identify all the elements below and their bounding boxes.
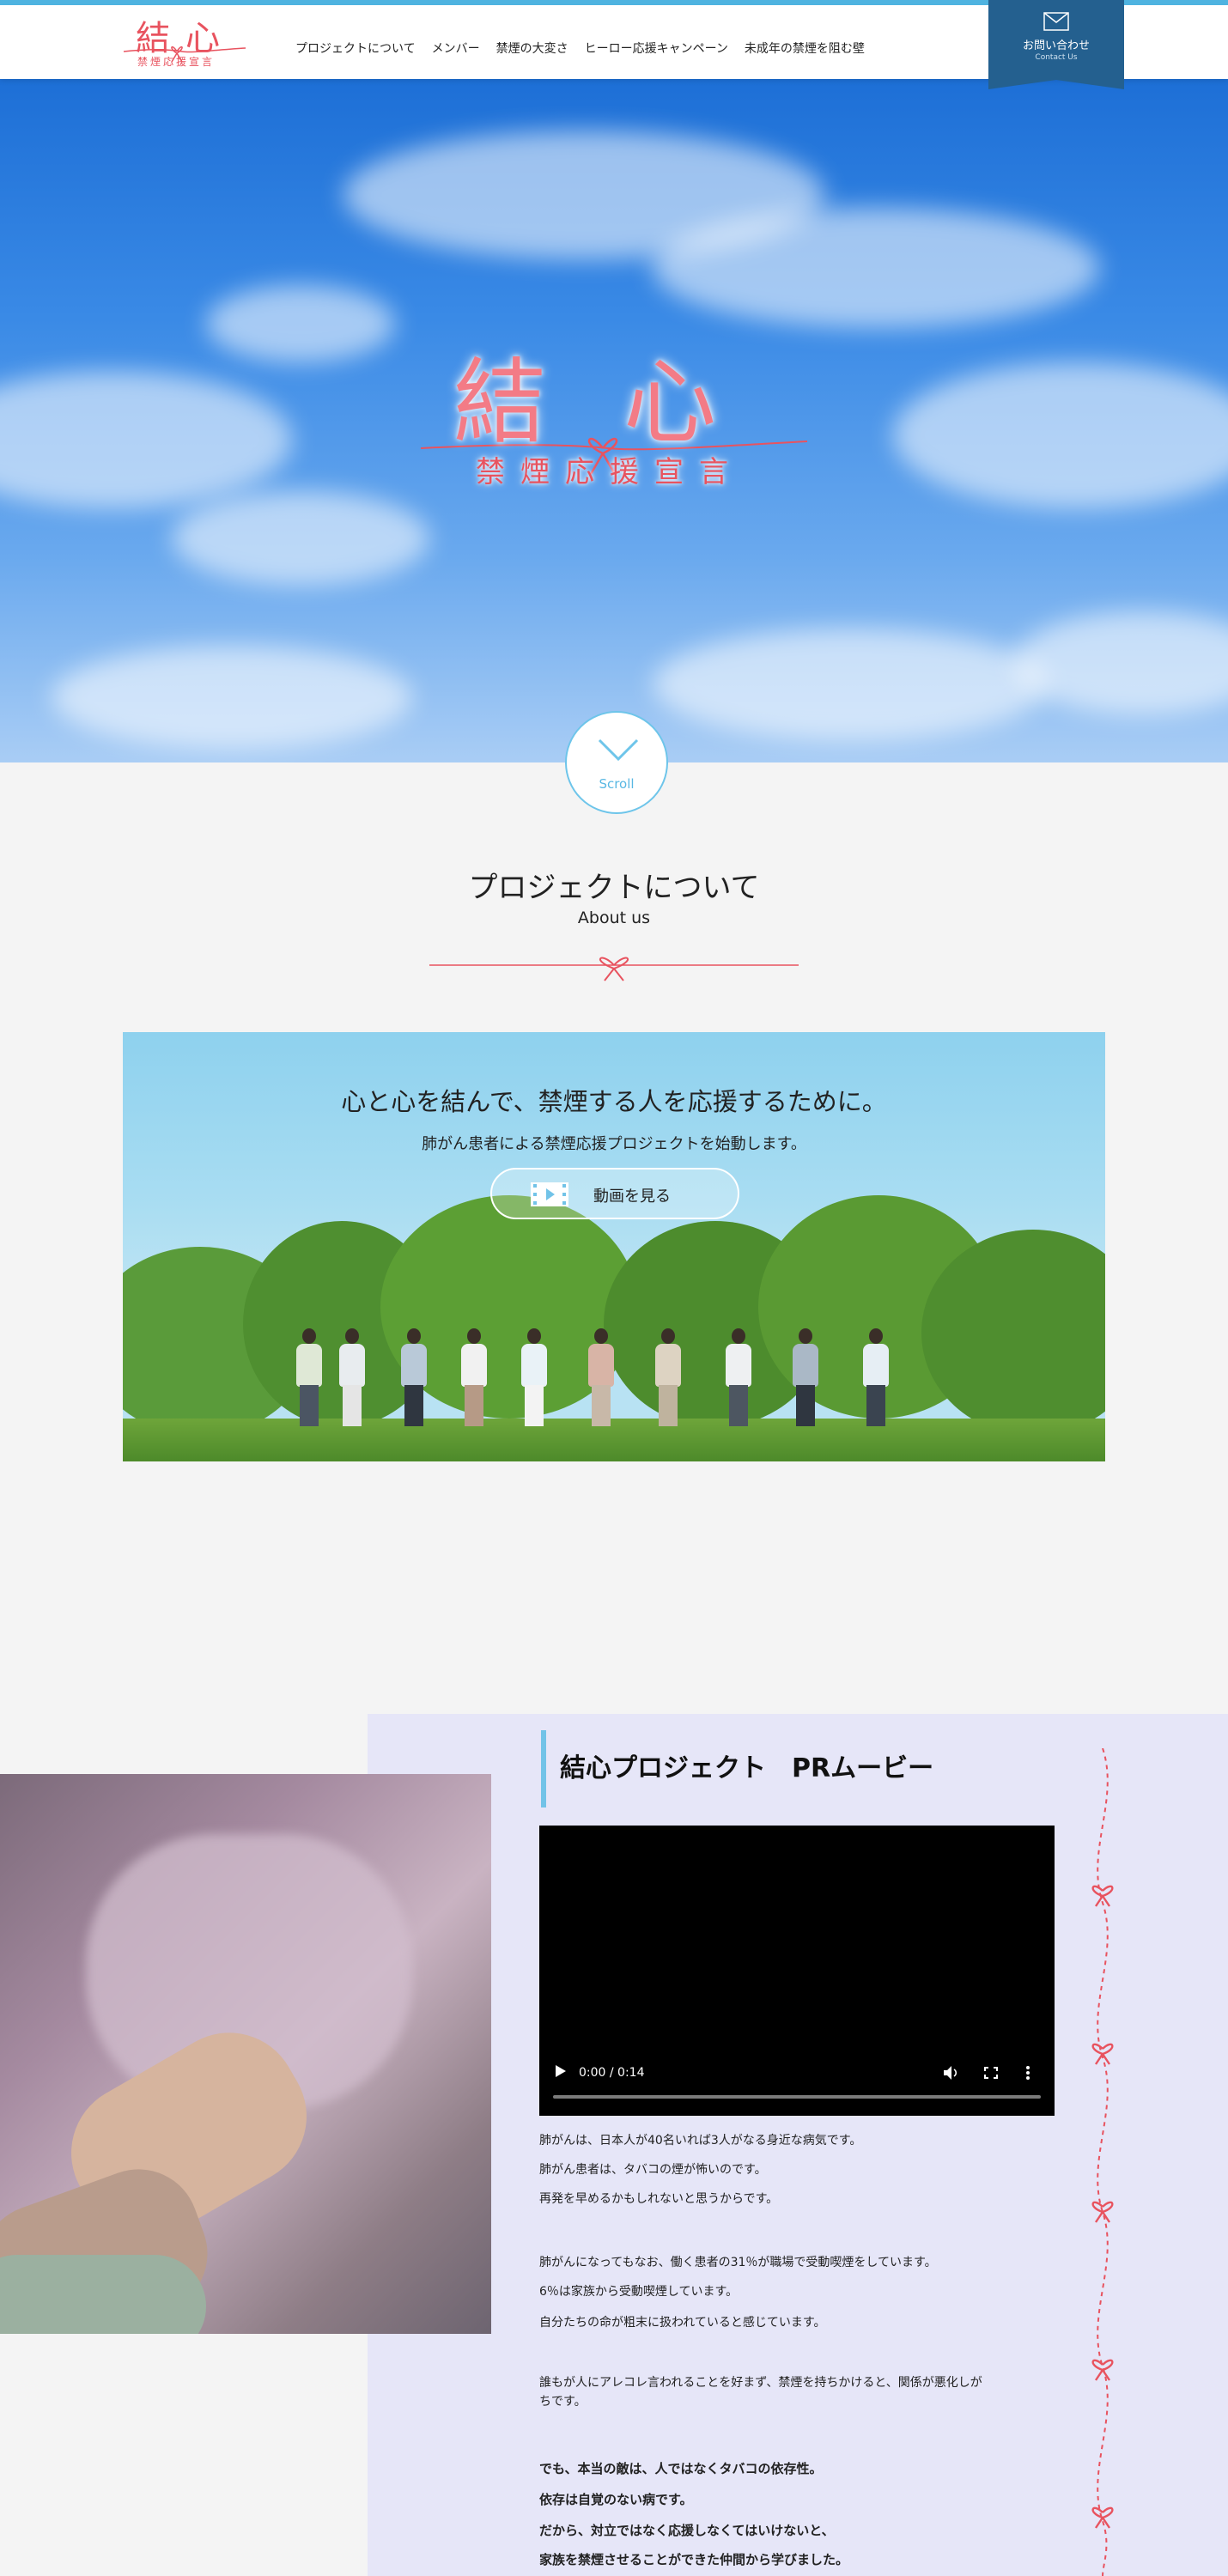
pr-paragraph: 6％は家族から受動喫煙しています。 xyxy=(539,2285,739,2299)
person xyxy=(791,1328,820,1427)
pr-paragraph: 再発を早めるかもしれないと思うからです。 xyxy=(539,2192,779,2206)
pr-paragraph-bold: 家族を禁煙させることができた仲間から学びました。 xyxy=(539,2552,849,2567)
pr-paragraph: 肺がん患者は、タバコの煙が怖いのです。 xyxy=(539,2163,767,2177)
logo-title: 結心 xyxy=(136,19,235,58)
ribbon-string-decoration xyxy=(1091,1748,1114,2576)
cloud xyxy=(893,362,1228,508)
video-progress-bar[interactable] xyxy=(553,2095,1041,2099)
pr-title: 結心プロジェクト PRムービー xyxy=(560,1753,934,1783)
person xyxy=(654,1328,683,1427)
cloud xyxy=(206,285,395,362)
about-subtitle: About us xyxy=(577,908,651,927)
pr-video-player[interactable]: 0:00 / 0:14 xyxy=(539,1826,1055,2116)
person xyxy=(587,1328,616,1427)
about-banner: 心と心を結んで、禁煙する人を応援するために。 肺がん患者による禁煙応援プロジェク… xyxy=(123,1032,1105,1461)
film-play-icon xyxy=(531,1182,568,1206)
cloud xyxy=(0,371,292,508)
banner-heading: 心と心を結んで、禁煙する人を応援するために。 xyxy=(341,1087,887,1116)
person xyxy=(459,1328,489,1427)
person xyxy=(337,1328,367,1427)
person xyxy=(861,1328,891,1427)
person xyxy=(399,1328,429,1427)
hero-subtitle: 禁煙応援宣言 xyxy=(476,455,744,489)
scroll-label: Scroll xyxy=(599,776,635,792)
contact-button[interactable]: お問い合わせ Contact Us xyxy=(988,0,1124,89)
contact-label: お問い合わせ xyxy=(1022,39,1090,52)
contact-sublabel: Contact Us xyxy=(1035,53,1078,62)
pr-title-accent xyxy=(541,1730,546,1807)
hero-section: 結心 禁煙応援宣言 xyxy=(0,79,1228,762)
person xyxy=(520,1328,549,1427)
hero-logo: 結心 禁煙応援宣言 xyxy=(412,328,816,517)
pr-paragraph-bold: でも、本当の敵は、人ではなくタバコの依存性。 xyxy=(539,2461,823,2476)
more-options-icon[interactable] xyxy=(1025,2065,1030,2081)
pr-paragraph: 肺がんになってもなお、働く患者の31％が職場で受動喫煙をしています。 xyxy=(539,2256,937,2269)
bow-icon xyxy=(1091,1885,1114,2529)
person xyxy=(295,1328,324,1427)
play-icon[interactable] xyxy=(555,2064,567,2078)
site-logo[interactable]: 結心 禁煙応援宣言 xyxy=(120,9,249,77)
video-time: 0:00 / 0:14 xyxy=(579,2066,645,2080)
mail-icon xyxy=(1043,12,1069,31)
nav-hero-campaign[interactable]: ヒーロー応援キャンペーン xyxy=(585,39,728,57)
logo-subtitle: 禁煙応援宣言 xyxy=(137,56,216,68)
cloud xyxy=(172,491,429,586)
nav-difficulty[interactable]: 禁煙の大変さ xyxy=(496,39,568,57)
hero-title: 結心 xyxy=(453,349,794,457)
main-nav: プロジェクトについて メンバー 禁煙の大変さ ヒーロー応援キャンペーン 未成年の… xyxy=(295,39,881,57)
watch-video-label: 動画を見る xyxy=(593,1188,671,1206)
cloud xyxy=(653,629,1048,740)
cloud xyxy=(1013,611,1228,714)
pr-paragraph: 自分たちの命が粗末に扱われていると感じています。 xyxy=(539,2316,826,2330)
person xyxy=(724,1328,753,1427)
scroll-button[interactable]: Scroll xyxy=(565,711,668,814)
cloud xyxy=(52,646,412,749)
chevron-down-icon xyxy=(598,738,639,762)
pr-paragraph-bold: だから、対立ではなく応援しなくてはいけないと、 xyxy=(539,2523,835,2538)
nav-members[interactable]: メンバー xyxy=(432,39,480,57)
about-title: プロジェクトについて xyxy=(468,871,760,905)
fullscreen-icon[interactable] xyxy=(984,2067,998,2079)
banner-text: 肺がん患者による禁煙応援プロジェクトを始動します。 xyxy=(422,1135,806,1153)
watch-video-button[interactable]: 動画を見る xyxy=(490,1168,739,1219)
cloud xyxy=(653,208,1099,328)
pr-paragraph-bold: 依存は自覚のない病です。 xyxy=(539,2492,693,2507)
nav-minors[interactable]: 未成年の禁煙を阻む壁 xyxy=(745,39,865,57)
pr-paragraph: 肺がんは、日本人が40名いれば3人がなる身近な病気です。 xyxy=(539,2134,862,2148)
ribbon-divider-icon xyxy=(429,957,799,981)
volume-icon[interactable] xyxy=(943,2065,960,2081)
holding-hands-photo xyxy=(0,1774,491,2334)
nav-about[interactable]: プロジェクトについて xyxy=(295,39,416,57)
pr-paragraph: 誰もが人にアレコレ言われることを好まず、禁煙を持ちかけると、関係が悪化しがちです… xyxy=(539,2376,982,2409)
